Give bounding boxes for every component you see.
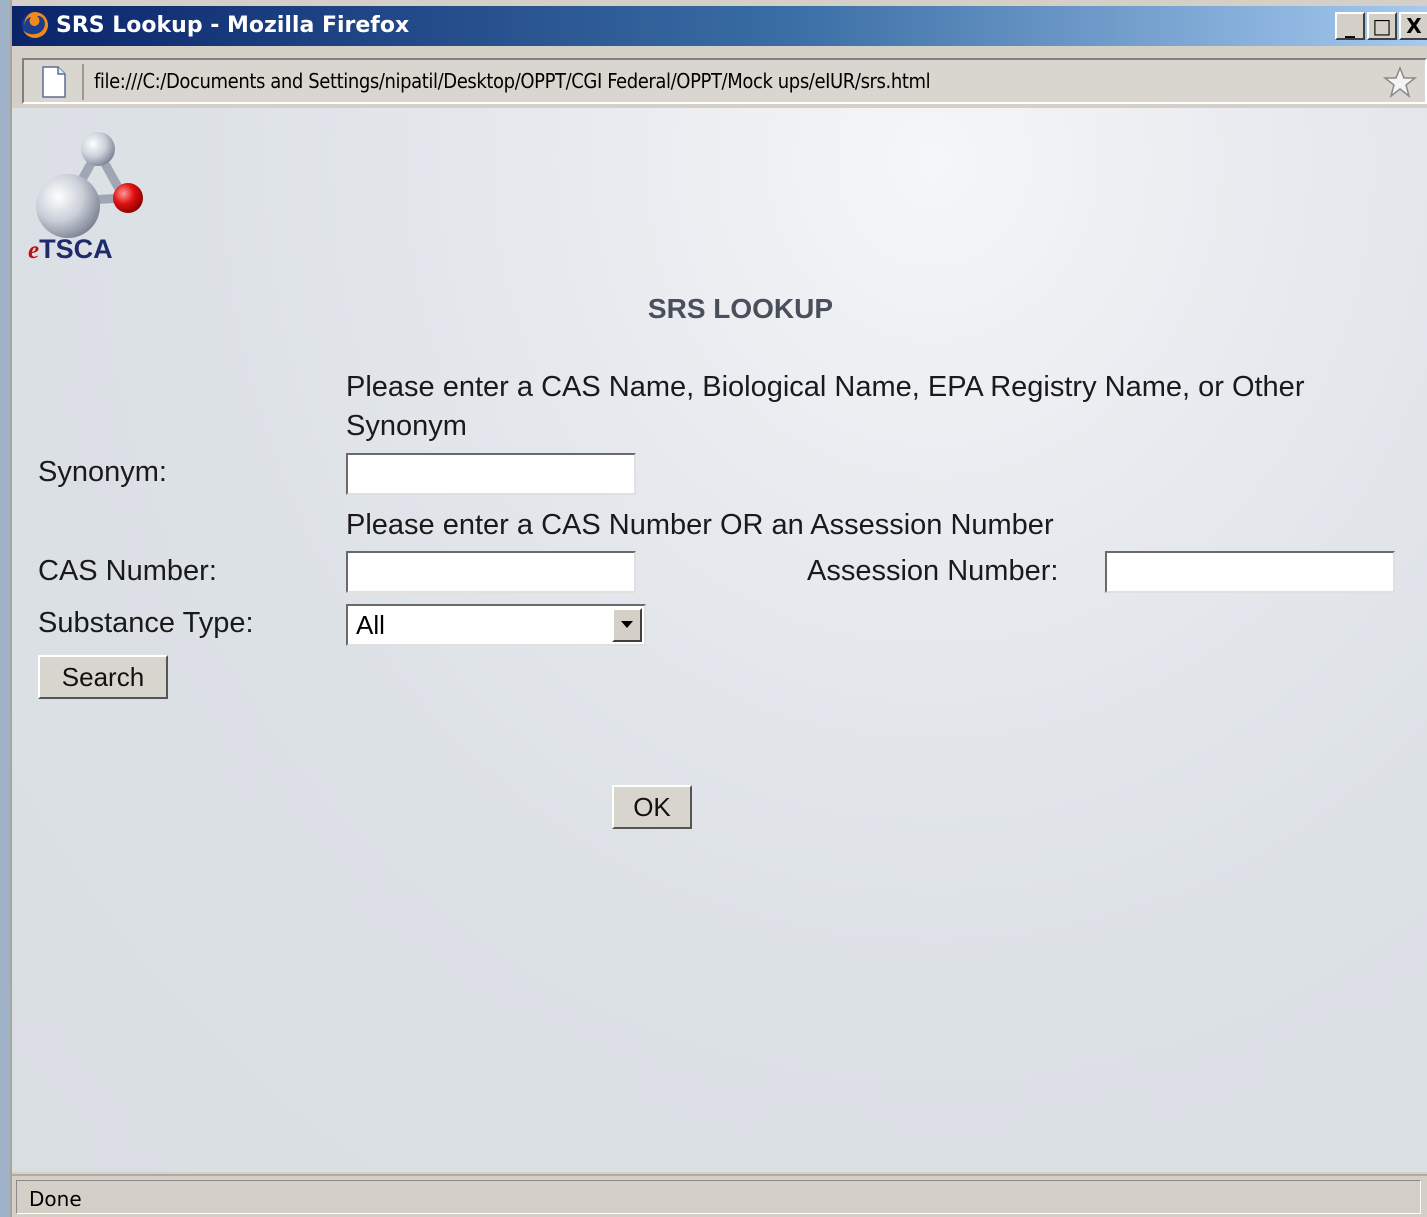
synonym-input[interactable] xyxy=(346,453,636,495)
firefox-icon xyxy=(22,12,48,38)
logo-suffix: TSCA xyxy=(39,234,113,264)
maximize-button[interactable]: □ xyxy=(1367,12,1397,40)
dropdown-arrow-icon[interactable] xyxy=(612,608,642,642)
cas-number-input[interactable] xyxy=(346,551,636,593)
browser-window: SRS Lookup - Mozilla Firefox _ □ X file:… xyxy=(10,0,1427,1217)
status-field: Done xyxy=(16,1180,1421,1214)
desktop-background xyxy=(0,0,10,1217)
assession-number-label: Assession Number: xyxy=(807,555,1059,587)
url-text[interactable]: file:///C:/Documents and Settings/nipati… xyxy=(94,69,931,93)
number-instruction: Please enter a CAS Number OR an Assessio… xyxy=(346,509,1054,541)
substance-type-select[interactable]: All xyxy=(346,604,646,646)
status-text: Done xyxy=(29,1187,82,1211)
synonym-label: Synonym: xyxy=(38,456,167,488)
substance-type-value: All xyxy=(356,610,385,640)
synonym-instruction: Please enter a CAS Name, Biological Name… xyxy=(346,371,1305,442)
substance-type-label: Substance Type: xyxy=(38,607,254,639)
title-bar[interactable]: SRS Lookup - Mozilla Firefox _ □ X xyxy=(12,6,1427,46)
page-content: eTSCA SRS LOOKUP Please enter a CAS Name… xyxy=(12,108,1427,1172)
minimize-button[interactable]: _ xyxy=(1335,12,1365,40)
window-controls: _ □ X xyxy=(1335,12,1427,40)
address-separator xyxy=(82,64,84,100)
page-heading: SRS LOOKUP xyxy=(647,293,834,324)
logo-text: eTSCA xyxy=(28,234,113,265)
status-bar: Done xyxy=(12,1174,1427,1217)
etsca-logo: eTSCA xyxy=(28,126,152,266)
page-icon xyxy=(42,66,66,98)
close-button[interactable]: X xyxy=(1399,12,1427,40)
search-button[interactable]: Search xyxy=(38,655,168,699)
window-title: SRS Lookup - Mozilla Firefox xyxy=(56,13,410,38)
address-bar[interactable]: file:///C:/Documents and Settings/nipati… xyxy=(22,58,1427,104)
logo-prefix: e xyxy=(28,237,40,264)
ok-button[interactable]: OK xyxy=(612,785,692,829)
bookmark-star-icon[interactable] xyxy=(1383,65,1417,99)
assession-number-input[interactable] xyxy=(1105,551,1395,593)
chevron-down-icon xyxy=(621,621,633,628)
cas-number-label: CAS Number: xyxy=(38,555,217,587)
